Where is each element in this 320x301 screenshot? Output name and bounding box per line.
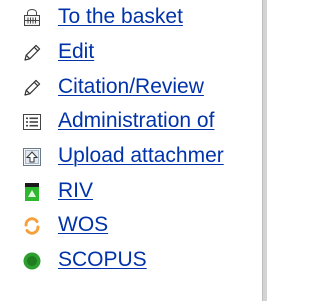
pencil-icon — [22, 78, 42, 98]
scopus-icon — [22, 251, 42, 271]
administration-link[interactable]: Administration of — [58, 108, 214, 134]
panel-frame-border — [262, 0, 267, 301]
menu-item-upload-attachment[interactable]: Upload attachmer — [22, 141, 262, 171]
menu-item-wos[interactable]: WOS — [22, 210, 262, 240]
riv-link[interactable]: RIV — [58, 178, 93, 204]
edit-link[interactable]: Edit — [58, 39, 94, 65]
list-document-icon — [22, 112, 42, 132]
upload-attachment-link[interactable]: Upload attachmer — [58, 143, 224, 169]
riv-icon — [22, 182, 42, 202]
wos-icon — [22, 216, 42, 236]
actions-panel: To the basket Edit Citation/Review Admin… — [0, 0, 267, 301]
menu-item-riv[interactable]: RIV — [22, 176, 262, 206]
basket-icon — [22, 8, 42, 28]
pencil-icon — [22, 43, 42, 63]
actions-menu: To the basket Edit Citation/Review Admin… — [0, 0, 262, 301]
menu-item-citation-review[interactable]: Citation/Review — [22, 72, 262, 102]
upload-icon — [22, 147, 42, 167]
citation-review-link[interactable]: Citation/Review — [58, 74, 204, 100]
menu-item-administration[interactable]: Administration of — [22, 106, 262, 136]
to-the-basket-link[interactable]: To the basket — [58, 4, 183, 30]
menu-item-scopus[interactable]: SCOPUS — [22, 245, 262, 275]
wos-link[interactable]: WOS — [58, 212, 108, 238]
menu-item-to-the-basket[interactable]: To the basket — [22, 2, 262, 32]
menu-item-edit[interactable]: Edit — [22, 37, 262, 67]
scopus-link[interactable]: SCOPUS — [58, 247, 147, 273]
